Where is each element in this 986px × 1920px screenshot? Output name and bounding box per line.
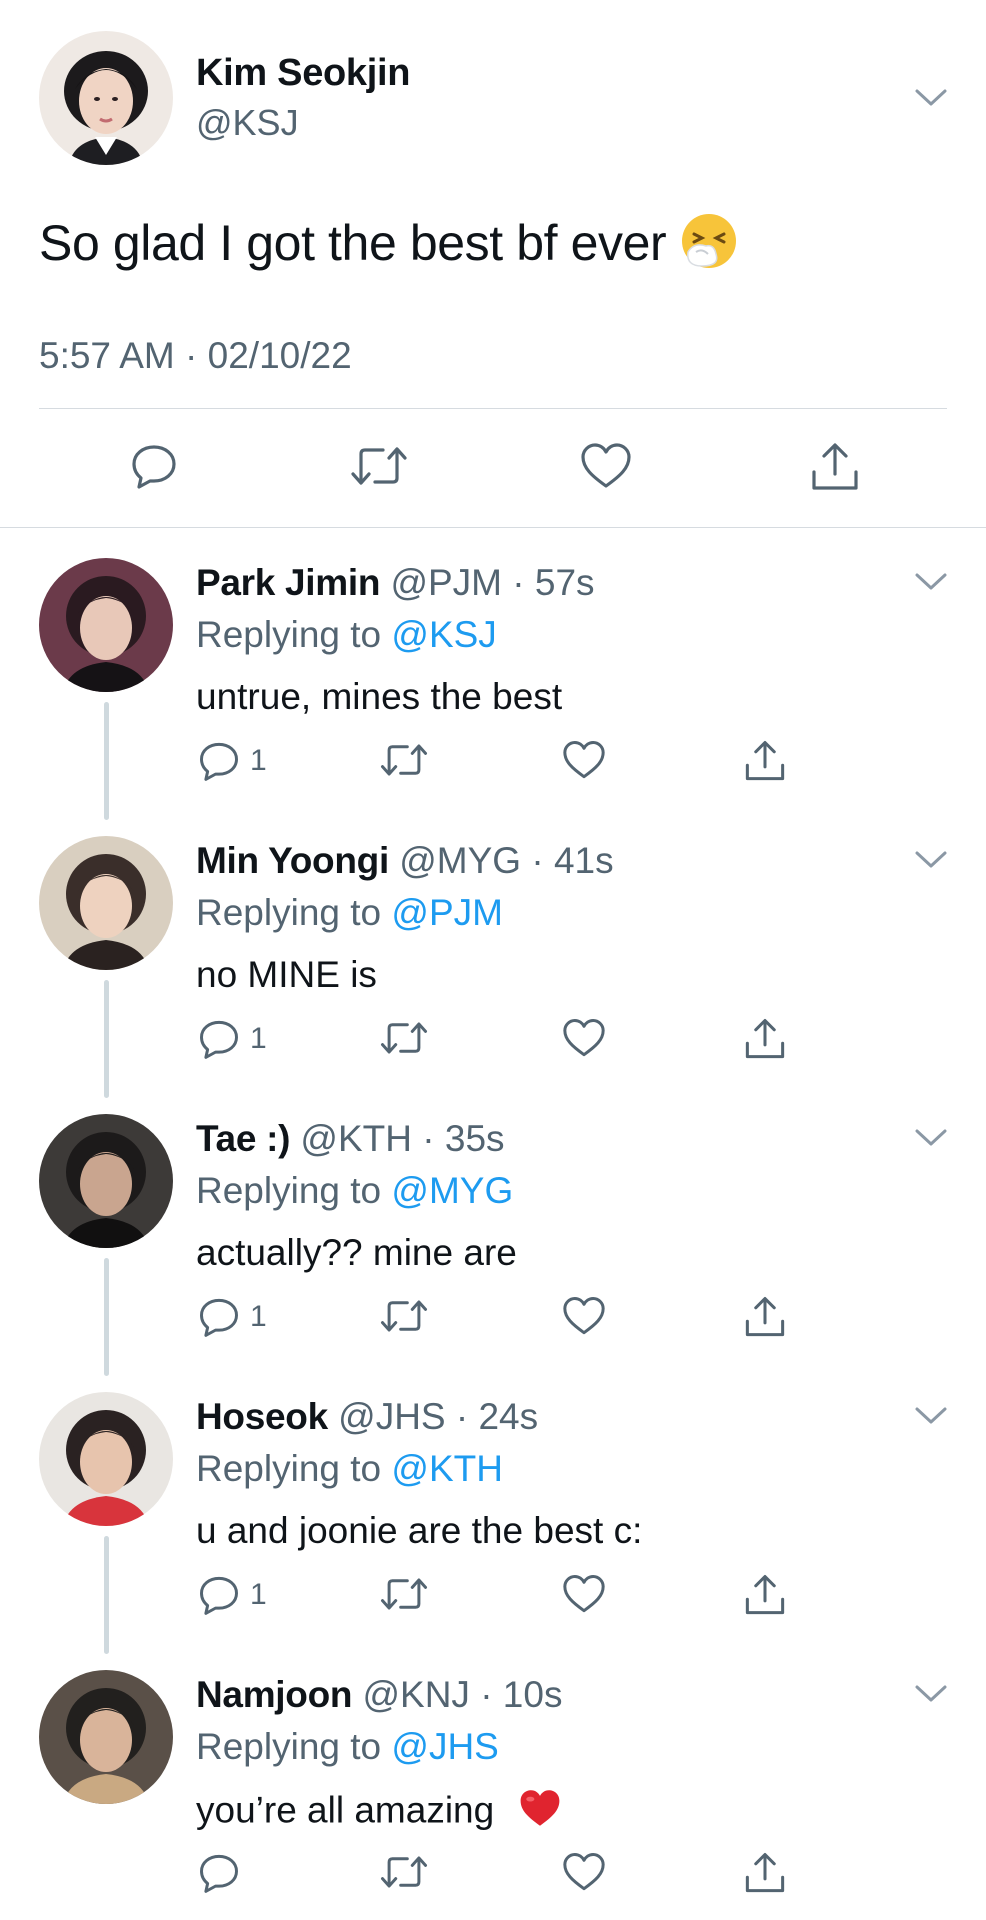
reply-header: Tae :) @KTH · 35s [196, 1118, 505, 1160]
reply-count: 1 [250, 1578, 267, 1611]
reply-count: 1 [250, 1300, 267, 1333]
sneezing-face-emoji-icon [680, 212, 738, 282]
mention-link[interactable]: @PJM [391, 892, 503, 933]
reply-tweet[interactable]: Park Jimin @PJM · 57s Replying to @KSJ u… [0, 528, 986, 820]
avatar[interactable] [39, 1392, 173, 1526]
red-heart-emoji-icon [519, 1788, 561, 1837]
author-handle-time[interactable]: @MYG · 41s [399, 840, 613, 881]
reply-icon[interactable] [198, 1296, 240, 1338]
avatar[interactable] [39, 1670, 173, 1804]
tweet-text-content: So glad I got the best bf ever [39, 215, 667, 272]
chevron-down-icon[interactable] [914, 850, 948, 870]
reply-text: u and joonie are the best c: [196, 1510, 642, 1552]
avatar[interactable] [39, 31, 173, 165]
share-icon[interactable] [744, 740, 786, 782]
mention-link[interactable]: @KTH [391, 1448, 503, 1489]
mention-link[interactable]: @JHS [391, 1726, 498, 1767]
chevron-down-icon[interactable] [914, 1684, 948, 1704]
heart-icon[interactable] [562, 740, 606, 780]
author-handle-time[interactable]: @KTH · 35s [300, 1118, 504, 1159]
heart-icon[interactable] [562, 1296, 606, 1336]
chevron-down-icon[interactable] [914, 572, 948, 592]
reply-tweet[interactable]: Namjoon @KNJ · 10s Replying to @JHS you’… [0, 1640, 986, 1918]
retweet-icon[interactable] [380, 1296, 428, 1336]
author-handle-time[interactable]: @PJM · 57s [390, 562, 594, 603]
avatar[interactable] [39, 558, 173, 692]
reply-text-content: u and joonie are the best c: [196, 1510, 643, 1551]
tweet-text: So glad I got the best bf ever [39, 212, 738, 282]
share-icon[interactable] [744, 1296, 786, 1338]
reply-header: Hoseok @JHS · 24s [196, 1396, 538, 1438]
mention-link[interactable]: @KSJ [391, 614, 496, 655]
reply-text-content: untrue, mines the best [196, 676, 563, 717]
reply-text-content: you’re all amazing [196, 1789, 495, 1831]
retweet-icon[interactable] [380, 1852, 428, 1892]
heart-icon[interactable] [562, 1018, 606, 1058]
reply-text: untrue, mines the best [196, 676, 562, 718]
replying-to-label: Replying to [196, 1170, 392, 1211]
reply-tweet[interactable]: Min Yoongi @MYG · 41s Replying to @PJM n… [0, 806, 986, 1098]
thread-line [104, 980, 109, 1098]
reply-tweet[interactable]: Tae :) @KTH · 35s Replying to @MYG actua… [0, 1084, 986, 1376]
author-name[interactable]: Kim Seokjin [196, 52, 411, 95]
replying-to: Replying to @KTH [196, 1448, 503, 1490]
thread-line [104, 702, 109, 820]
reply-count: 1 [250, 744, 267, 777]
retweet-icon[interactable] [380, 1018, 428, 1058]
reply-icon[interactable] [198, 740, 240, 782]
share-icon[interactable] [744, 1018, 786, 1060]
share-icon[interactable] [810, 442, 860, 492]
chevron-down-icon[interactable] [914, 1128, 948, 1148]
reply-text: actually?? mine are [196, 1232, 517, 1274]
author-handle[interactable]: @KSJ [196, 102, 299, 144]
author-name[interactable]: Hoseok [196, 1396, 328, 1437]
avatar[interactable] [39, 836, 173, 970]
author-name[interactable]: Park Jimin [196, 562, 380, 603]
chevron-down-icon[interactable] [914, 88, 948, 108]
author-name[interactable]: Tae :) [196, 1118, 290, 1159]
heart-icon[interactable] [562, 1852, 606, 1892]
heart-icon[interactable] [580, 442, 632, 490]
author-handle-time[interactable]: @KNJ · 10s [362, 1674, 562, 1715]
reply-header: Min Yoongi @MYG · 41s [196, 840, 614, 882]
chevron-down-icon[interactable] [914, 1406, 948, 1426]
replying-to-label: Replying to [196, 614, 392, 655]
reply-count: 1 [250, 1022, 267, 1055]
reply-text-content: no MINE is [196, 954, 377, 995]
heart-icon[interactable] [562, 1574, 606, 1614]
reply-header: Park Jimin @PJM · 57s [196, 562, 595, 604]
avatar[interactable] [39, 1114, 173, 1248]
author-name[interactable]: Namjoon [196, 1674, 352, 1715]
reply-icon[interactable] [198, 1018, 240, 1060]
reply-text-content: actually?? mine are [196, 1232, 517, 1273]
replying-to: Replying to @JHS [196, 1726, 499, 1768]
author-name[interactable]: Min Yoongi [196, 840, 389, 881]
reply-tweet[interactable]: Hoseok @JHS · 24s Replying to @KTH u and… [0, 1362, 986, 1654]
retweet-icon[interactable] [350, 442, 408, 490]
replying-to-label: Replying to [196, 1448, 392, 1489]
replying-to: Replying to @MYG [196, 1170, 513, 1212]
replying-to-label: Replying to [196, 892, 392, 933]
divider [39, 408, 947, 409]
replying-to: Replying to @KSJ [196, 614, 497, 656]
author-handle-time[interactable]: @JHS · 24s [338, 1396, 538, 1437]
tweet-timestamp[interactable]: 5:57 AM · 02/10/22 [39, 335, 352, 377]
main-tweet: Kim Seokjin @KSJ So glad I got the best … [0, 0, 986, 528]
mention-link[interactable]: @MYG [391, 1170, 513, 1211]
thread-line [104, 1258, 109, 1376]
share-icon[interactable] [744, 1574, 786, 1616]
reply-icon[interactable] [130, 442, 178, 490]
reply-icon[interactable] [198, 1574, 240, 1616]
retweet-icon[interactable] [380, 1574, 428, 1614]
reply-header: Namjoon @KNJ · 10s [196, 1674, 562, 1716]
reply-text: no MINE is [196, 954, 377, 996]
replying-to: Replying to @PJM [196, 892, 503, 934]
reply-text: you’re all amazing [196, 1788, 561, 1837]
retweet-icon[interactable] [380, 740, 428, 780]
replying-to-label: Replying to [196, 1726, 392, 1767]
share-icon[interactable] [744, 1852, 786, 1894]
thread-line [104, 1536, 109, 1654]
reply-icon[interactable] [198, 1852, 240, 1894]
